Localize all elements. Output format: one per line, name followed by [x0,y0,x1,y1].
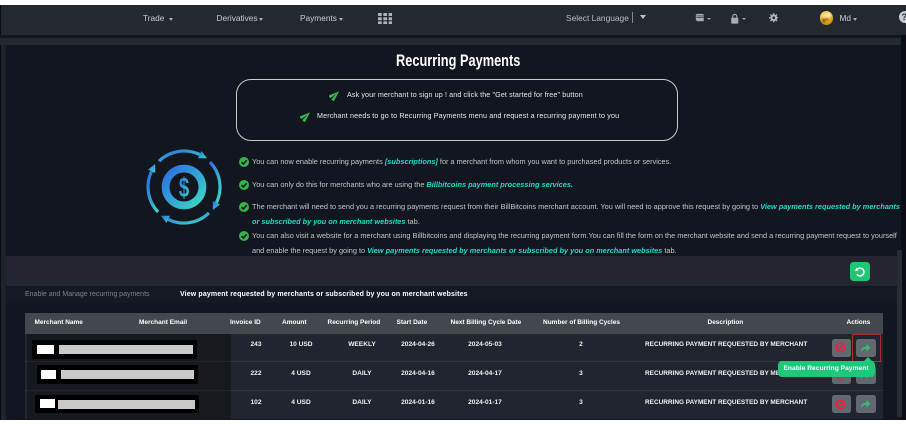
svg-text:$: $ [179,172,189,204]
